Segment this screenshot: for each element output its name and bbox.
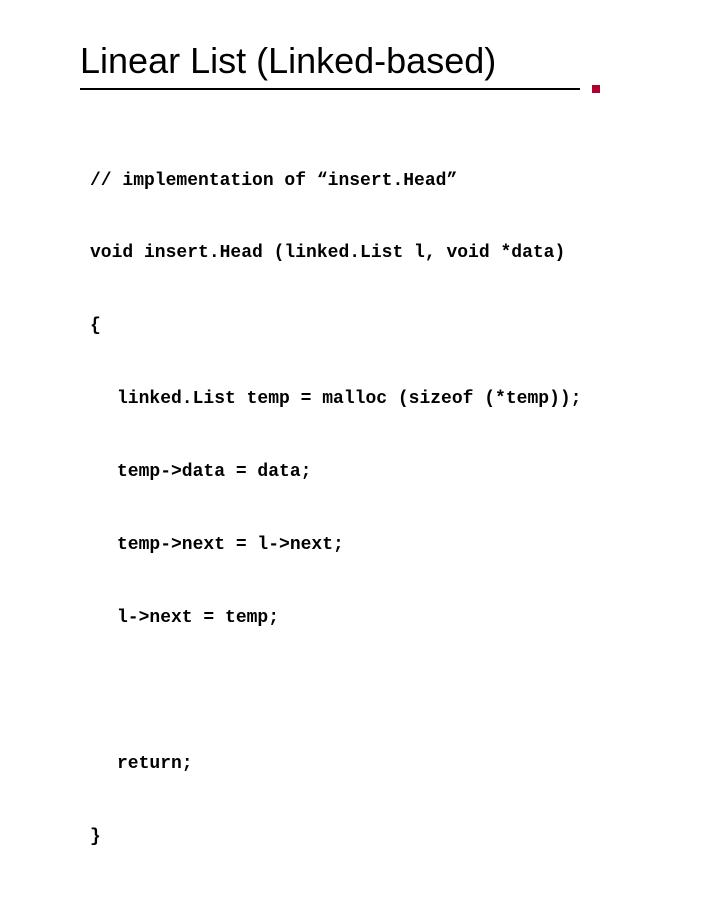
code-block: // implementation of “insert.Head” void … bbox=[90, 120, 700, 898]
code-line: linked.List temp = malloc (sizeof (*temp… bbox=[90, 387, 700, 411]
code-line: return; bbox=[90, 752, 700, 776]
title-block: Linear List (Linked-based) bbox=[80, 40, 700, 90]
code-line: { bbox=[90, 314, 700, 338]
code-line: } bbox=[90, 825, 700, 849]
slide-title: Linear List (Linked-based) bbox=[80, 40, 700, 82]
title-underline bbox=[80, 88, 580, 90]
slide: Linear List (Linked-based) // implementa… bbox=[0, 0, 720, 540]
code-line: l->next = temp; bbox=[90, 606, 700, 630]
code-line: void insert.Head (linked.List l, void *d… bbox=[90, 241, 700, 265]
code-line: // implementation of “insert.Head” bbox=[90, 169, 700, 193]
code-line: temp->data = data; bbox=[90, 460, 700, 484]
code-line: temp->next = l->next; bbox=[90, 533, 700, 557]
code-line-blank bbox=[90, 679, 700, 703]
